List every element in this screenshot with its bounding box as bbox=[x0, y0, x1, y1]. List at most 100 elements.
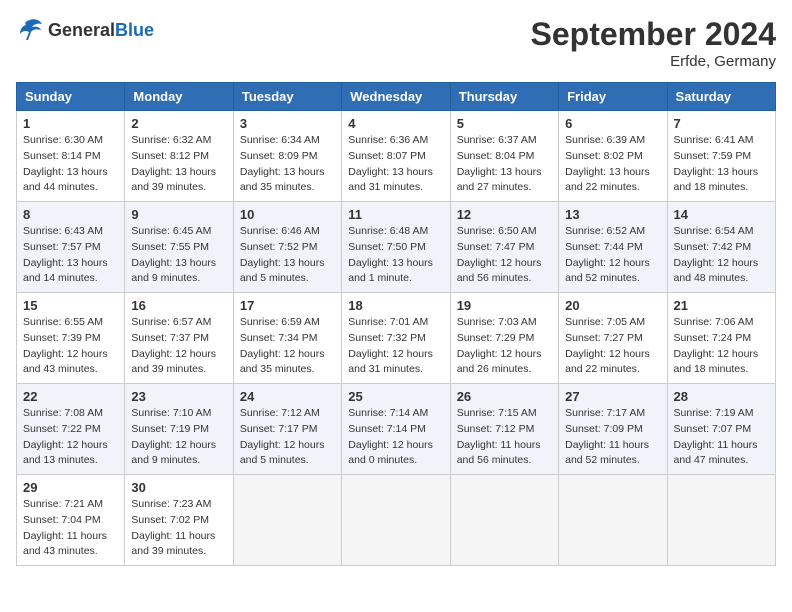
day-info: Sunrise: 7:05 AMSunset: 7:27 PMDaylight:… bbox=[565, 315, 660, 378]
day-info: Sunrise: 6:41 AMSunset: 7:59 PMDaylight:… bbox=[674, 133, 769, 196]
title-section: September 2024 Erfde, Germany bbox=[531, 16, 776, 70]
day-info: Sunrise: 6:34 AMSunset: 8:09 PMDaylight:… bbox=[240, 133, 335, 196]
day-info: Sunrise: 6:55 AMSunset: 7:39 PMDaylight:… bbox=[23, 315, 118, 378]
day-number: 9 bbox=[131, 207, 226, 222]
calendar-table: Sunday Monday Tuesday Wednesday Thursday… bbox=[16, 82, 776, 566]
calendar-cell: 18Sunrise: 7:01 AMSunset: 7:32 PMDayligh… bbox=[342, 293, 450, 384]
day-number: 7 bbox=[674, 116, 769, 131]
day-number: 30 bbox=[131, 480, 226, 495]
week-row-1: 1Sunrise: 6:30 AMSunset: 8:14 PMDaylight… bbox=[17, 111, 776, 202]
calendar-body: 1Sunrise: 6:30 AMSunset: 8:14 PMDaylight… bbox=[17, 111, 776, 566]
day-number: 2 bbox=[131, 116, 226, 131]
calendar-cell: 25 Sunrise: 7:14 AMSunset: 7:14 PMDayligh… bbox=[342, 384, 450, 475]
calendar-cell: 21Sunrise: 7:06 AMSunset: 7:24 PMDayligh… bbox=[667, 293, 775, 384]
week-row-2: 8Sunrise: 6:43 AMSunset: 7:57 PMDaylight… bbox=[17, 202, 776, 293]
calendar-cell: 13Sunrise: 6:52 AMSunset: 7:44 PMDayligh… bbox=[559, 202, 667, 293]
day-number: 16 bbox=[131, 298, 226, 313]
day-info: Sunrise: 7:17 AMSunset: 7:09 PMDaylight:… bbox=[565, 406, 660, 469]
month-title: September 2024 bbox=[531, 16, 776, 53]
day-info: Sunrise: 6:32 AMSunset: 8:12 PMDaylight:… bbox=[131, 133, 226, 196]
calendar-cell: 24 Sunrise: 7:12 AMSunset: 7:17 PMDayligh… bbox=[233, 384, 341, 475]
calendar-cell: 30 Sunrise: 7:23 AMSunset: 7:02 PMDayligh… bbox=[125, 475, 233, 566]
day-number: 21 bbox=[674, 298, 769, 313]
day-info: Sunrise: 7:10 AMSunset: 7:19 PMDaylight:… bbox=[131, 406, 226, 469]
calendar-cell bbox=[667, 475, 775, 566]
day-info: Sunrise: 7:21 AMSunset: 7:04 PMDaylight:… bbox=[23, 497, 118, 560]
day-info: Sunrise: 6:45 AMSunset: 7:55 PMDaylight:… bbox=[131, 224, 226, 287]
day-number: 19 bbox=[457, 298, 552, 313]
col-tuesday: Tuesday bbox=[233, 83, 341, 111]
location-label: Erfde, Germany bbox=[531, 53, 776, 70]
calendar-cell bbox=[559, 475, 667, 566]
day-number: 8 bbox=[23, 207, 118, 222]
calendar-cell bbox=[342, 475, 450, 566]
calendar-cell: 4 Sunrise: 6:36 AMSunset: 8:07 PMDaylight… bbox=[342, 111, 450, 202]
day-number: 24 bbox=[240, 389, 335, 404]
calendar-cell: 11 Sunrise: 6:48 AMSunset: 7:50 PMDayligh… bbox=[342, 202, 450, 293]
day-number: 18 bbox=[348, 298, 443, 313]
calendar-cell: 1Sunrise: 6:30 AMSunset: 8:14 PMDaylight… bbox=[17, 111, 125, 202]
calendar-cell: 22 Sunrise: 7:08 AMSunset: 7:22 PMDayligh… bbox=[17, 384, 125, 475]
day-info: Sunrise: 7:08 AMSunset: 7:22 PMDaylight:… bbox=[23, 406, 118, 469]
calendar-cell: 5 Sunrise: 6:37 AMSunset: 8:04 PMDaylight… bbox=[450, 111, 558, 202]
calendar-header: Sunday Monday Tuesday Wednesday Thursday… bbox=[17, 83, 776, 111]
day-info: Sunrise: 7:15 AMSunset: 7:12 PMDaylight:… bbox=[457, 406, 552, 469]
day-info: Sunrise: 6:36 AMSunset: 8:07 PMDaylight:… bbox=[348, 133, 443, 196]
day-number: 22 bbox=[23, 389, 118, 404]
day-number: 12 bbox=[457, 207, 552, 222]
day-number: 20 bbox=[565, 298, 660, 313]
week-row-3: 15 Sunrise: 6:55 AMSunset: 7:39 PMDayligh… bbox=[17, 293, 776, 384]
calendar-cell: 23 Sunrise: 7:10 AMSunset: 7:19 PMDayligh… bbox=[125, 384, 233, 475]
day-info: Sunrise: 7:14 AMSunset: 7:14 PMDaylight:… bbox=[348, 406, 443, 469]
calendar-cell: 17 Sunrise: 6:59 AMSunset: 7:34 PMDayligh… bbox=[233, 293, 341, 384]
day-number: 14 bbox=[674, 207, 769, 222]
day-info: Sunrise: 7:23 AMSunset: 7:02 PMDaylight:… bbox=[131, 497, 226, 560]
day-number: 25 bbox=[348, 389, 443, 404]
logo-text: General Blue bbox=[48, 21, 154, 39]
col-monday: Monday bbox=[125, 83, 233, 111]
day-number: 17 bbox=[240, 298, 335, 313]
calendar-cell bbox=[233, 475, 341, 566]
day-number: 4 bbox=[348, 116, 443, 131]
logo-bird-icon bbox=[16, 16, 44, 44]
calendar-cell bbox=[450, 475, 558, 566]
day-number: 23 bbox=[131, 389, 226, 404]
calendar-cell: 9 Sunrise: 6:45 AMSunset: 7:55 PMDaylight… bbox=[125, 202, 233, 293]
day-info: Sunrise: 6:50 AMSunset: 7:47 PMDaylight:… bbox=[457, 224, 552, 287]
day-info: Sunrise: 6:48 AMSunset: 7:50 PMDaylight:… bbox=[348, 224, 443, 287]
day-info: Sunrise: 6:54 AMSunset: 7:42 PMDaylight:… bbox=[674, 224, 769, 287]
day-number: 5 bbox=[457, 116, 552, 131]
day-info: Sunrise: 6:37 AMSunset: 8:04 PMDaylight:… bbox=[457, 133, 552, 196]
calendar-cell: 27 Sunrise: 7:17 AMSunset: 7:09 PMDayligh… bbox=[559, 384, 667, 475]
week-row-5: 29 Sunrise: 7:21 AMSunset: 7:04 PMDayligh… bbox=[17, 475, 776, 566]
page-header: General Blue September 2024 Erfde, Germa… bbox=[16, 16, 776, 70]
day-number: 29 bbox=[23, 480, 118, 495]
day-number: 3 bbox=[240, 116, 335, 131]
calendar-cell: 7 Sunrise: 6:41 AMSunset: 7:59 PMDaylight… bbox=[667, 111, 775, 202]
calendar-cell: 10Sunrise: 6:46 AMSunset: 7:52 PMDayligh… bbox=[233, 202, 341, 293]
header-row: Sunday Monday Tuesday Wednesday Thursday… bbox=[17, 83, 776, 111]
calendar-cell: 12 Sunrise: 6:50 AMSunset: 7:47 PMDayligh… bbox=[450, 202, 558, 293]
day-number: 11 bbox=[348, 207, 443, 222]
week-row-4: 22 Sunrise: 7:08 AMSunset: 7:22 PMDayligh… bbox=[17, 384, 776, 475]
calendar-cell: 26 Sunrise: 7:15 AMSunset: 7:12 PMDayligh… bbox=[450, 384, 558, 475]
day-number: 6 bbox=[565, 116, 660, 131]
day-info: Sunrise: 7:12 AMSunset: 7:17 PMDaylight:… bbox=[240, 406, 335, 469]
day-info: Sunrise: 6:59 AMSunset: 7:34 PMDaylight:… bbox=[240, 315, 335, 378]
calendar-cell: 6 Sunrise: 6:39 AMSunset: 8:02 PMDaylight… bbox=[559, 111, 667, 202]
calendar-cell: 15 Sunrise: 6:55 AMSunset: 7:39 PMDayligh… bbox=[17, 293, 125, 384]
calendar-cell: 20 Sunrise: 7:05 AMSunset: 7:27 PMDayligh… bbox=[559, 293, 667, 384]
calendar-cell: 2 Sunrise: 6:32 AMSunset: 8:12 PMDaylight… bbox=[125, 111, 233, 202]
col-saturday: Saturday bbox=[667, 83, 775, 111]
calendar-cell: 29 Sunrise: 7:21 AMSunset: 7:04 PMDayligh… bbox=[17, 475, 125, 566]
day-number: 26 bbox=[457, 389, 552, 404]
calendar-cell: 8Sunrise: 6:43 AMSunset: 7:57 PMDaylight… bbox=[17, 202, 125, 293]
day-number: 27 bbox=[565, 389, 660, 404]
logo-blue: Blue bbox=[115, 21, 154, 39]
day-number: 10 bbox=[240, 207, 335, 222]
calendar-cell: 3 Sunrise: 6:34 AMSunset: 8:09 PMDaylight… bbox=[233, 111, 341, 202]
day-number: 15 bbox=[23, 298, 118, 313]
day-info: Sunrise: 6:39 AMSunset: 8:02 PMDaylight:… bbox=[565, 133, 660, 196]
day-info: Sunrise: 7:19 AMSunset: 7:07 PMDaylight:… bbox=[674, 406, 769, 469]
logo-general: General bbox=[48, 21, 115, 39]
